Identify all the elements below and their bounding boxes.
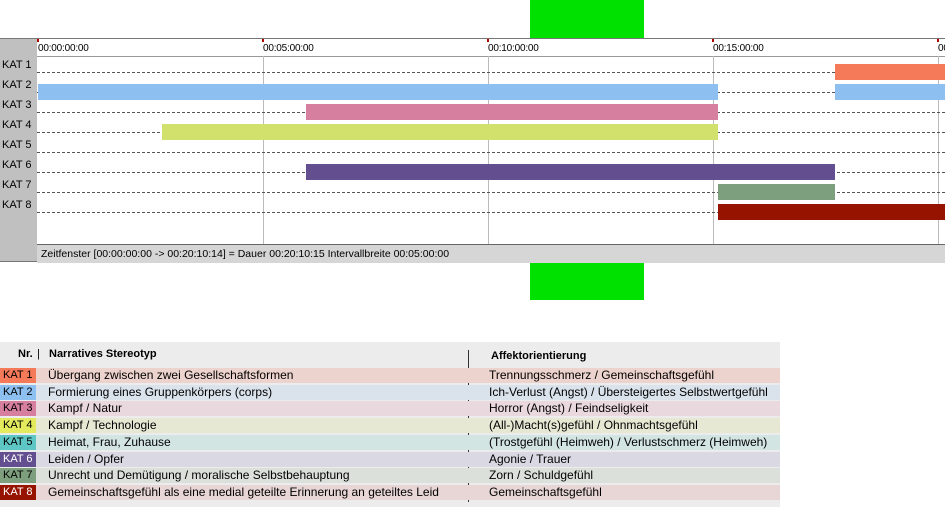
timeline-track-area[interactable]: 00:00:00:00 00:05:00:00 00:10:00:00 00:15:0… <box>37 39 945 263</box>
legend-row: KAT 3 Kampf / Natur Horror (Angst) / Feind… <box>0 401 780 417</box>
row-separator <box>37 72 945 73</box>
row-label-kat-8: KAT 8 <box>2 199 32 211</box>
timeline-bar-kat-8[interactable] <box>717 204 945 220</box>
timeline-bar-kat-1[interactable] <box>834 64 945 80</box>
status-bar: Zeitfenster [00:00:00:00 -> 00:20:10:14]… <box>37 244 945 263</box>
stereotyp-text: Heimat, Frau, Zuhause <box>48 434 171 449</box>
legend-row: KAT 6 Leiden / Opfer Agonie / Trauer <box>0 451 780 467</box>
category-tag: KAT 1 <box>0 368 36 383</box>
legend-row: KAT 8 Gemeinschaftsgefühl als eine medial… <box>0 484 780 500</box>
timeline-bar-kat-7[interactable] <box>717 184 835 200</box>
affekt-text: Trennungsschmerz / Gemeinschaftsgefühl <box>489 368 714 382</box>
row-label-kat-1: KAT 1 <box>2 59 32 71</box>
stereotyp-text: Leiden / Opfer <box>48 451 125 466</box>
ruler-tick-label: 00:15:00:00 <box>713 43 764 54</box>
category-tag: KAT 5 <box>0 434 36 450</box>
row-label-kat-3: KAT 3 <box>2 99 32 111</box>
header-nr: Nr. <box>18 348 33 360</box>
ruler-tick <box>937 39 939 42</box>
timeline-bar-kat-4[interactable] <box>161 124 718 140</box>
green-marker-top <box>530 0 644 38</box>
legend-row: KAT 1 Übergang zwischen zwei Gesellschaft… <box>0 368 780 383</box>
stereotyp-text: Kampf / Technologie <box>48 418 157 433</box>
row-label-kat-2: KAT 2 <box>2 79 32 91</box>
affekt-text: Ich-Verlust (Angst) / Übersteigertes Sel… <box>489 384 768 399</box>
time-ruler[interactable]: 00:00:00:00 00:05:00:00 00:10:00:00 00:15:0… <box>37 39 945 57</box>
ruler-tick <box>262 39 264 42</box>
affekt-text: (All-)Macht(s)gefühl / Ohnmachtsgefühl <box>489 418 698 433</box>
ruler-tick <box>487 39 489 42</box>
category-tag: KAT 3 <box>0 401 36 417</box>
header-affekt: Affektorientierung <box>491 350 587 362</box>
timeline-bar-kat-2[interactable] <box>38 84 718 100</box>
header-stereotyp: Narratives Stereotyp <box>49 348 157 360</box>
category-tag: KAT 6 <box>0 451 36 467</box>
row-label-kat-5: KAT 5 <box>2 139 32 151</box>
category-legend-table: Nr. | Narratives Stereotyp Affektorienti… <box>0 342 780 507</box>
legend-row: KAT 4 Kampf / Technologie (All-)Macht(s)ge… <box>0 418 780 434</box>
ruler-tick-label: 00:00:00:00 <box>38 43 89 54</box>
row-label-kat-4: KAT 4 <box>2 119 32 131</box>
row-label-kat-6: KAT 6 <box>2 159 32 171</box>
affekt-text: Agonie / Trauer <box>489 451 572 466</box>
stereotyp-text: Unrecht und Demütigung / moralische Selb… <box>48 468 350 483</box>
category-tag: KAT 8 <box>0 484 36 500</box>
timeline-bar-kat-6[interactable] <box>305 164 835 180</box>
ruler-tick <box>712 39 714 42</box>
stereotyp-text: Formierung eines Gruppenkörpers (corps) <box>48 384 273 399</box>
category-tag: KAT 2 <box>0 384 36 400</box>
timeline-bar-kat-2[interactable] <box>834 84 945 100</box>
row-label-kat-7: KAT 7 <box>2 179 32 191</box>
ruler-tick <box>37 39 39 42</box>
legend-row: KAT 5 Heimat, Frau, Zuhause (Trostgefühl (… <box>0 434 780 450</box>
affekt-text: (Trostgefühl (Heimweh) / Verlustschmerz … <box>489 434 768 449</box>
affekt-text: Zorn / Schuldgefühl <box>489 468 594 483</box>
green-marker-bottom <box>530 262 644 300</box>
stereotyp-text: Übergang zwischen zwei Gesellschaftsform… <box>48 368 294 382</box>
legend-header: Nr. | Narratives Stereotyp Affektorienti… <box>0 342 780 368</box>
row-separator <box>37 152 945 153</box>
ruler-tick-label: 00:05:00:00 <box>263 43 314 54</box>
category-tag: KAT 4 <box>0 418 36 434</box>
timeline-panel: KAT 1 KAT 2 KAT 3 KAT 4 KAT 5 KAT 6 KAT 7 KAT 8… <box>0 38 945 263</box>
legend-row: KAT 2 Formierung eines Gruppenkörpers (co… <box>0 384 780 400</box>
header-separator: | <box>37 348 40 360</box>
legend-row: KAT 7 Unrecht und Demütigung / moralische… <box>0 468 780 484</box>
affekt-text: Gemeinschaftsgefühl <box>489 484 602 499</box>
affekt-text: Horror (Angst) / Feindseligkeit <box>489 401 649 416</box>
timeline-bar-kat-3[interactable] <box>305 104 718 120</box>
ruler-tick-label: 00 <box>938 43 945 54</box>
ruler-tick-label: 00:10:00:00 <box>488 43 539 54</box>
stereotyp-text: Kampf / Natur <box>48 401 123 416</box>
category-tag: KAT 7 <box>0 468 36 484</box>
stereotyp-text: Gemeinschaftsgefühl als eine medial gete… <box>48 484 439 499</box>
